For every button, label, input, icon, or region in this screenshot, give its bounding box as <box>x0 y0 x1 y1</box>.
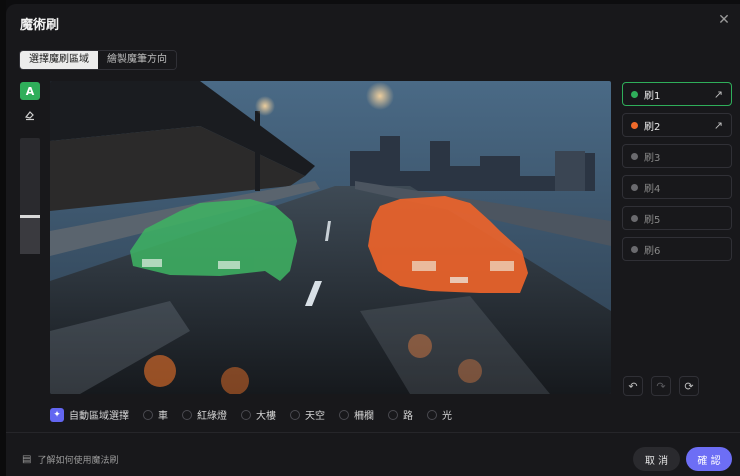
mode-tabs: 選擇魔刷區域 繪製魔筆方向 <box>19 50 177 70</box>
brush-item-6[interactable]: 刷6 <box>622 237 732 261</box>
direction-arrow-icon: ↗ <box>713 88 723 101</box>
option-label: 紅綠燈 <box>197 411 227 422</box>
option-building[interactable]: 大樓 <box>241 407 276 422</box>
brush-size-slider[interactable] <box>20 138 40 254</box>
brush-item-4[interactable]: 刷4 <box>622 175 732 199</box>
redo-icon[interactable]: ↷ <box>651 376 671 396</box>
eraser-icon <box>24 111 34 121</box>
tab-draw-direction[interactable]: 繪製魔筆方向 <box>98 51 176 69</box>
brush-item-5[interactable]: 刷5 <box>622 206 732 230</box>
option-label: 車 <box>158 411 168 422</box>
option-label: 柵欄 <box>354 411 374 422</box>
tool-column: A <box>20 82 40 254</box>
cancel-button[interactable]: 取 消 <box>633 447 680 471</box>
option-label: 天空 <box>305 411 325 422</box>
brush-label: 刷1 <box>644 90 661 102</box>
magic-wand-icon[interactable]: ✦ <box>50 407 64 422</box>
option-light[interactable]: 光 <box>427 407 452 422</box>
brush-label: 刷5 <box>644 214 661 226</box>
dialog-title: 魔術刷 <box>20 18 60 33</box>
brush-size-slider-fill <box>20 216 40 254</box>
brush-color-dot <box>631 214 638 222</box>
brush-item-3[interactable]: 刷3 <box>622 144 732 168</box>
footer-divider <box>6 432 740 433</box>
confirm-button[interactable]: 確 認 <box>686 447 732 471</box>
option-traffic-light[interactable]: 紅綠燈 <box>182 407 227 422</box>
radio-icon <box>241 409 251 420</box>
radio-icon <box>388 409 398 420</box>
direction-arrow-icon: ↗ <box>713 119 723 132</box>
option-sky[interactable]: 天空 <box>290 407 325 422</box>
brush-color-dot <box>631 245 638 253</box>
brush-color-dot <box>631 183 638 191</box>
radio-icon <box>290 409 300 420</box>
option-car[interactable]: 車 <box>143 407 168 422</box>
magic-brush-dialog: 魔術刷 ✕ 選擇魔刷區域 繪製魔筆方向 A 刷1 ↗ 刷2 ↗ 刷3 刷4 刷5… <box>6 4 740 476</box>
help-text: 了解如何使用魔法刷 <box>37 456 119 466</box>
radio-icon <box>182 409 192 420</box>
auto-select-bar: ✦ 自動區域選擇 車 紅綠燈 大樓 天空 柵欄 路 光 <box>50 407 452 422</box>
brush-label: 刷4 <box>644 183 661 195</box>
tab-select-area[interactable]: 選擇魔刷區域 <box>20 51 98 69</box>
brush-color-dot <box>631 90 638 98</box>
eraser-tool-button[interactable] <box>20 106 40 124</box>
option-road[interactable]: 路 <box>388 407 413 422</box>
help-link[interactable]: ▤ 了解如何使用魔法刷 <box>22 453 118 466</box>
brush-tool-button[interactable]: A <box>20 82 40 100</box>
brush-color-dot <box>631 152 638 160</box>
reset-icon[interactable]: ⟳ <box>679 376 699 396</box>
brush-label: 刷2 <box>644 121 661 133</box>
image-canvas[interactable] <box>50 81 611 394</box>
book-icon: ▤ <box>22 454 32 465</box>
radio-icon <box>427 409 437 420</box>
brush-list: 刷1 ↗ 刷2 ↗ 刷3 刷4 刷5 刷6 <box>622 82 732 268</box>
brush-label: 刷3 <box>644 152 661 164</box>
option-fence[interactable]: 柵欄 <box>339 407 374 422</box>
brush-item-2[interactable]: 刷2 ↗ <box>622 113 732 137</box>
radio-icon <box>339 409 349 420</box>
history-controls: ↶ ↷ ⟳ <box>623 376 699 396</box>
auto-select-label[interactable]: 自動區域選擇 <box>69 407 129 422</box>
brush-icon: A <box>25 84 35 98</box>
option-label: 光 <box>442 411 452 422</box>
option-label: 路 <box>403 411 413 422</box>
scene-image <box>50 81 611 394</box>
undo-icon[interactable]: ↶ <box>623 376 643 396</box>
close-icon[interactable]: ✕ <box>716 12 732 28</box>
option-label: 大樓 <box>256 411 276 422</box>
radio-icon <box>143 409 153 420</box>
brush-color-dot <box>631 121 638 129</box>
brush-size-slider-thumb[interactable] <box>20 215 40 219</box>
brush-label: 刷6 <box>644 245 661 257</box>
brush-item-1[interactable]: 刷1 ↗ <box>622 82 732 106</box>
